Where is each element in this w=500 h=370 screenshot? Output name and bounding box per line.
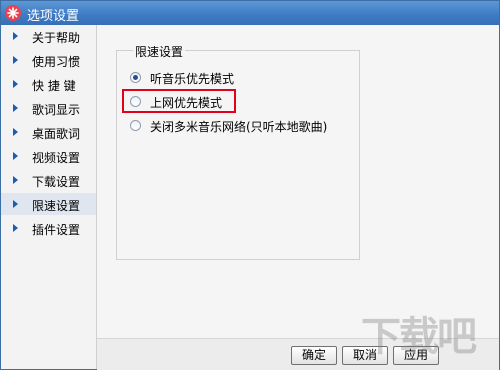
- watermark-logo: 下载吧: [361, 314, 477, 360]
- app-logo-icon: [5, 5, 21, 21]
- sidebar-item-shortcuts[interactable]: 快 捷 键: [1, 73, 96, 95]
- sidebar-item-label: 使用习惯: [32, 55, 81, 69]
- annotation-highlight-box: [122, 89, 236, 113]
- sidebar-item-download-settings[interactable]: 下载设置: [1, 169, 96, 191]
- arrow-right-icon: [13, 200, 18, 208]
- arrow-right-icon: [13, 176, 18, 184]
- window-title: 选项设置: [27, 9, 80, 24]
- sidebar-item-label: 限速设置: [32, 199, 81, 213]
- sidebar-item-label: 桌面歌词: [32, 127, 81, 141]
- sidebar-item-label: 歌词显示: [32, 103, 81, 117]
- sidebar-item-desktop-lyrics[interactable]: 桌面歌词: [1, 121, 96, 143]
- sidebar-item-video-settings[interactable]: 视频设置: [1, 145, 96, 167]
- radio-button-checked[interactable]: [130, 72, 141, 83]
- ok-button[interactable]: 确定: [291, 346, 337, 365]
- arrow-right-icon: [13, 32, 18, 40]
- sidebar-item-lyrics-display[interactable]: 歌词显示: [1, 97, 96, 119]
- group-title: 限速设置: [133, 43, 186, 60]
- settings-panel: 限速设置 听音乐优先模式 上网优先模式 关闭多米音乐网络(只听本地歌曲): [97, 25, 499, 338]
- sidebar-item-label: 快 捷 键: [32, 79, 76, 93]
- option-label: 听音乐优先模式: [150, 72, 235, 86]
- sidebar-item-about-help[interactable]: 关于帮助: [1, 25, 96, 47]
- options-dialog: 选项设置 关于帮助 使用习惯 快 捷 键 歌词显示 桌面歌词 视频设置 下载设置…: [0, 0, 500, 370]
- sidebar-item-plugin-settings[interactable]: 插件设置: [1, 217, 96, 239]
- title-bar[interactable]: 选项设置: [1, 1, 499, 25]
- sidebar-item-speed-limit[interactable]: 限速设置: [1, 193, 96, 215]
- sidebar-item-usage-habits[interactable]: 使用习惯: [1, 49, 96, 71]
- sidebar-item-label: 下载设置: [32, 175, 81, 189]
- arrow-right-icon: [13, 224, 18, 232]
- option-label: 关闭多米音乐网络(只听本地歌曲): [150, 120, 328, 134]
- radio-button[interactable]: [130, 120, 141, 131]
- sidebar-item-label: 关于帮助: [32, 31, 81, 45]
- arrow-right-icon: [13, 128, 18, 136]
- sidebar-item-label: 插件设置: [32, 223, 81, 237]
- arrow-right-icon: [13, 152, 18, 160]
- sidebar-item-label: 视频设置: [32, 151, 81, 165]
- arrow-right-icon: [13, 56, 18, 64]
- settings-sidebar: 关于帮助 使用习惯 快 捷 键 歌词显示 桌面歌词 视频设置 下载设置 限速设置…: [1, 25, 97, 369]
- arrow-right-icon: [13, 104, 18, 112]
- arrow-right-icon: [13, 80, 18, 88]
